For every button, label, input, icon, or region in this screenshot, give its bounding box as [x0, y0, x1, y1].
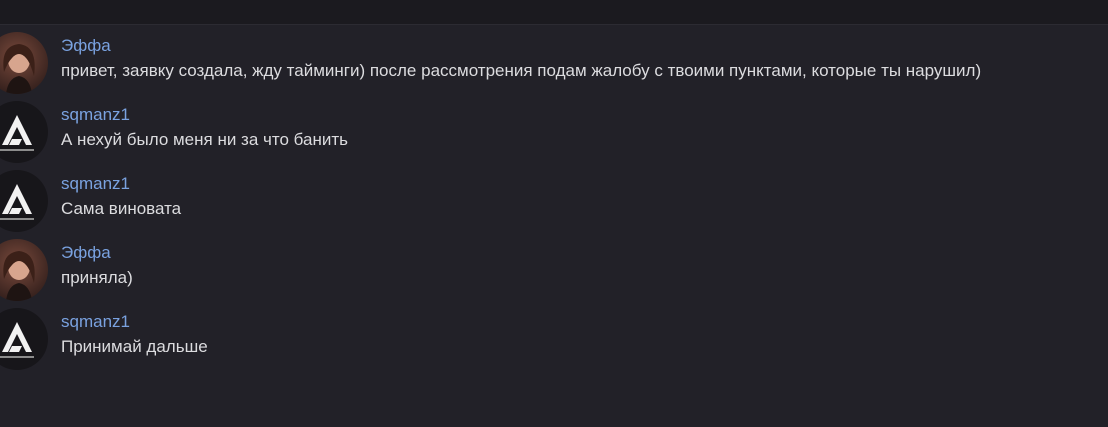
chat-message-list: Эффа привет, заявку создала, жду тайминг… [0, 25, 1108, 427]
message-author[interactable]: sqmanz1 [61, 174, 130, 194]
user-photo-avatar[interactable] [0, 32, 48, 94]
chat-message: sqmanz1 Сама виновата [0, 163, 1100, 232]
user-photo-avatar[interactable] [0, 239, 48, 301]
message-text: привет, заявку создала, жду тайминги) по… [61, 61, 982, 80]
logo-avatar[interactable] [0, 170, 48, 232]
chat-message: sqmanz1 Принимай дальше [0, 301, 1100, 370]
chat-message: sqmanz1 А нехуй было меня ни за что бани… [0, 94, 1100, 163]
logo-avatar[interactable] [0, 101, 48, 163]
message-author[interactable]: Эффа [61, 36, 111, 56]
message-text: Принимай дальше [61, 337, 208, 356]
message-text: приняла) [61, 268, 133, 287]
message-author[interactable]: Эффа [61, 243, 111, 263]
message-author[interactable]: sqmanz1 [61, 312, 130, 332]
chat-message: Эффа привет, заявку создала, жду тайминг… [0, 25, 1100, 94]
chat-message: Эффа приняла) [0, 232, 1100, 301]
message-text: А нехуй было меня ни за что банить [61, 130, 348, 149]
logo-avatar[interactable] [0, 308, 48, 370]
top-bar [0, 0, 1108, 25]
message-author[interactable]: sqmanz1 [61, 105, 130, 125]
message-text: Сама виновата [61, 199, 182, 218]
